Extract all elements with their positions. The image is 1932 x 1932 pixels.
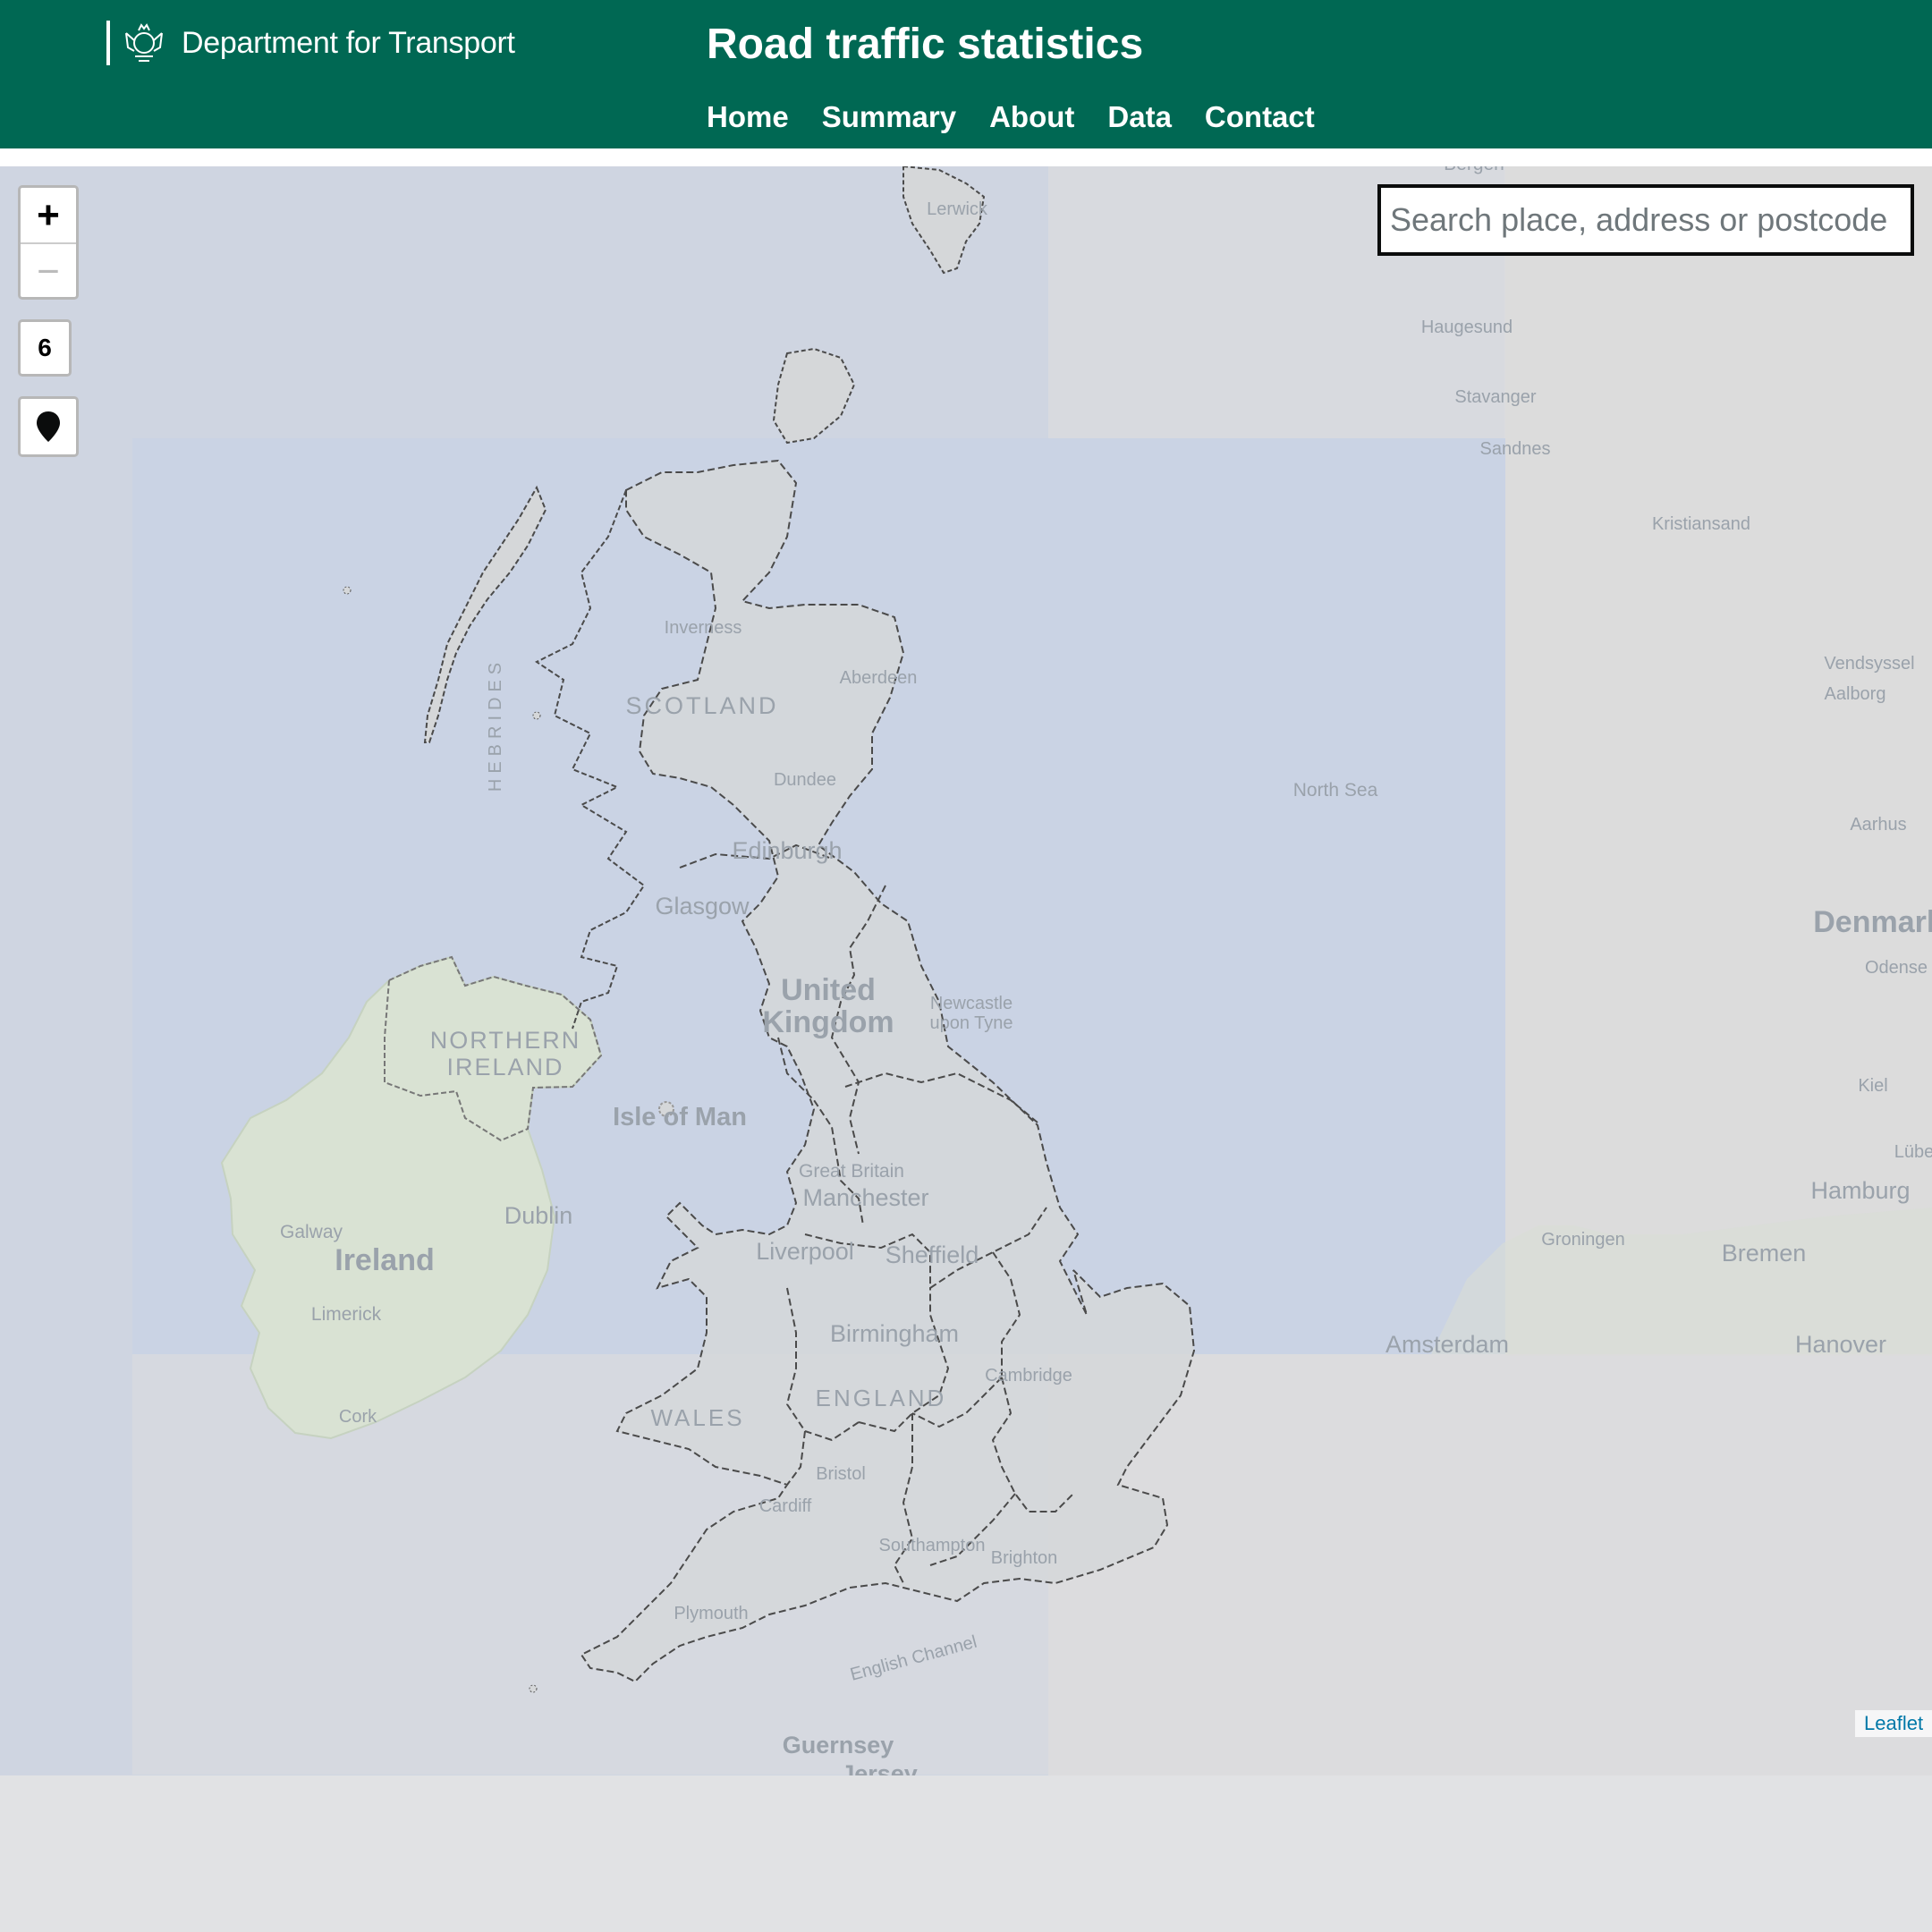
zoom-in-button[interactable]: +: [21, 188, 76, 244]
svg-text:Ireland: Ireland: [335, 1243, 434, 1277]
site-title[interactable]: Road traffic statistics: [707, 20, 1143, 69]
svg-text:HEBRIDES: HEBRIDES: [486, 657, 505, 792]
map-viewport[interactable]: SCOTLAND HEBRIDES NORTHERN IRELAND Irela…: [0, 166, 1932, 1775]
royal-crest-icon: [125, 23, 163, 62]
header-stripe: [0, 148, 1932, 166]
svg-text:ENGLAND: ENGLAND: [816, 1385, 947, 1411]
svg-text:Amsterdam: Amsterdam: [1385, 1331, 1509, 1358]
svg-text:Guernsey: Guernsey: [783, 1732, 894, 1758]
leaflet-attribution-link[interactable]: Leaflet: [1855, 1710, 1932, 1737]
department-name: Department for Transport: [182, 25, 515, 60]
dft-logo-link[interactable]: Department for Transport: [106, 20, 515, 66]
svg-text:Aberdeen: Aberdeen: [840, 668, 918, 688]
svg-text:Kingdom: Kingdom: [762, 1005, 894, 1039]
nav-home[interactable]: Home: [707, 100, 789, 134]
zoom-control: + −: [18, 185, 79, 300]
zoom-out-button[interactable]: −: [21, 244, 76, 299]
svg-text:Liverpool: Liverpool: [756, 1238, 854, 1265]
svg-text:Bergen: Bergen: [1444, 166, 1504, 174]
svg-text:Brighton: Brighton: [991, 1548, 1058, 1568]
locate-button[interactable]: [18, 396, 79, 457]
svg-text:Dundee: Dundee: [774, 770, 836, 790]
location-search-input[interactable]: [1377, 184, 1914, 256]
svg-text:Lerwick: Lerwick: [927, 199, 988, 219]
nav-about[interactable]: About: [989, 100, 1074, 134]
svg-text:Southampton: Southampton: [879, 1536, 986, 1555]
site-header: Department for Transport Road traffic st…: [0, 0, 1932, 148]
svg-text:Sheffield: Sheffield: [886, 1241, 979, 1268]
svg-text:United: United: [781, 973, 876, 1007]
svg-text:SCOTLAND: SCOTLAND: [625, 692, 778, 719]
svg-text:upon Tyne: upon Tyne: [929, 1013, 1013, 1033]
svg-text:Manchester: Manchester: [802, 1184, 928, 1211]
svg-text:Isle of Man: Isle of Man: [613, 1103, 747, 1131]
svg-text:Aarhus: Aarhus: [1850, 815, 1906, 835]
svg-text:Sandnes: Sandnes: [1480, 439, 1551, 459]
svg-text:Plymouth: Plymouth: [674, 1604, 748, 1623]
svg-text:NORTHERN: NORTHERN: [430, 1027, 581, 1054]
svg-text:Cork: Cork: [339, 1407, 377, 1427]
svg-text:IRELAND: IRELAND: [446, 1054, 564, 1080]
nav-contact[interactable]: Contact: [1205, 100, 1315, 134]
svg-text:Groningen: Groningen: [1541, 1230, 1624, 1250]
svg-text:Great Britain: Great Britain: [799, 1161, 904, 1182]
svg-text:Hanover: Hanover: [1795, 1331, 1886, 1358]
svg-text:Galway: Galway: [280, 1222, 343, 1242]
svg-text:Aalborg: Aalborg: [1825, 684, 1886, 704]
svg-text:Hamburg: Hamburg: [1810, 1177, 1910, 1204]
svg-text:Bristol: Bristol: [816, 1464, 866, 1484]
svg-text:Inverness: Inverness: [665, 618, 742, 638]
svg-text:Haugesund: Haugesund: [1421, 318, 1513, 337]
svg-text:Edinburgh: Edinburgh: [732, 837, 842, 864]
svg-text:Birmingham: Birmingham: [830, 1320, 959, 1347]
map-pin-icon: [37, 411, 60, 442]
svg-text:Limerick: Limerick: [311, 1304, 382, 1325]
logo-divider: [106, 21, 110, 65]
svg-text:Cambridge: Cambridge: [985, 1366, 1072, 1385]
svg-text:North Sea: North Sea: [1293, 780, 1378, 801]
svg-text:Dublin: Dublin: [504, 1202, 573, 1229]
nav-data[interactable]: Data: [1107, 100, 1172, 134]
main-nav: Home Summary About Data Contact: [707, 100, 1348, 134]
svg-text:Stavanger: Stavanger: [1454, 387, 1537, 407]
svg-text:Vendsyssel: Vendsyssel: [1824, 654, 1914, 674]
svg-text:WALES: WALES: [650, 1404, 744, 1431]
nav-summary[interactable]: Summary: [822, 100, 956, 134]
svg-text:Glasgow: Glasgow: [655, 893, 750, 919]
svg-text:Cardiff: Cardiff: [759, 1496, 812, 1516]
svg-text:Kristiansand: Kristiansand: [1652, 514, 1750, 534]
svg-text:Jersey: Jersey: [841, 1760, 918, 1775]
svg-text:Odense: Odense: [1865, 958, 1928, 978]
svg-text:Kiel: Kiel: [1858, 1076, 1887, 1096]
svg-text:Lübeck: Lübeck: [1894, 1142, 1932, 1162]
svg-text:Bremen: Bremen: [1722, 1240, 1807, 1267]
svg-text:Newcastle: Newcastle: [930, 994, 1013, 1013]
svg-text:Denmark: Denmark: [1813, 905, 1932, 939]
basemap: SCOTLAND HEBRIDES NORTHERN IRELAND Irela…: [0, 166, 1932, 1775]
zoom-level-indicator: 6: [18, 319, 72, 377]
